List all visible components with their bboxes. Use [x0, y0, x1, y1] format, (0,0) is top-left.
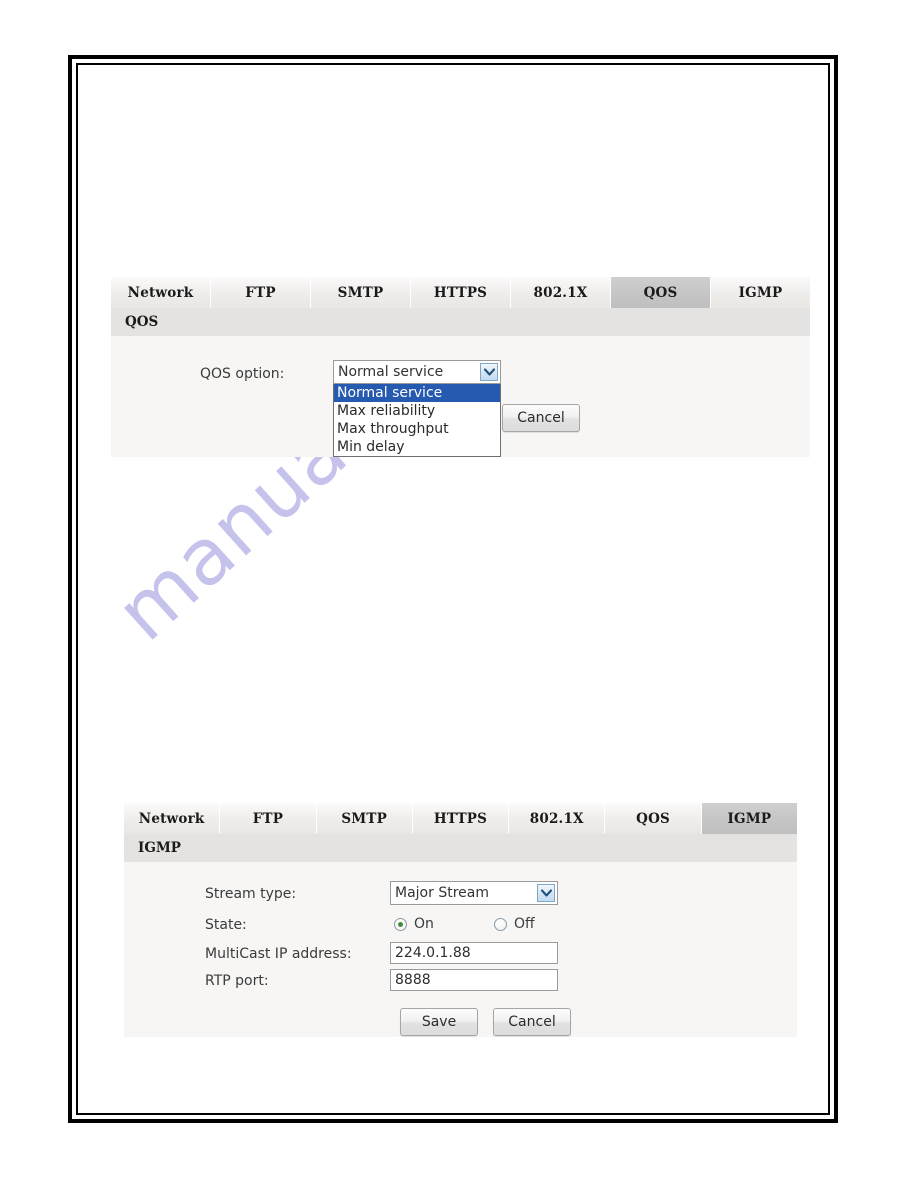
tab-ftp[interactable]: FTP — [220, 803, 317, 834]
igmp-settings-panel: Network FTP SMTP HTTPS 802.1X QOS IGMP I… — [124, 803, 797, 1037]
state-off-label: Off — [514, 916, 535, 932]
tab-smtp[interactable]: SMTP — [311, 277, 411, 308]
qos-panel-body: QOS option: Normal service Normal servic… — [111, 336, 810, 457]
igmp-tabbar: Network FTP SMTP HTTPS 802.1X QOS IGMP — [124, 803, 797, 834]
qos-cancel-button[interactable]: Cancel — [502, 404, 580, 432]
qos-option-select-value: Normal service — [338, 364, 444, 380]
tab-igmp[interactable]: IGMP — [711, 277, 810, 308]
tab-ftp[interactable]: FTP — [211, 277, 311, 308]
tab-qos[interactable]: QOS — [611, 277, 711, 308]
stream-type-select[interactable]: Major Stream — [390, 881, 558, 905]
rtp-port-input[interactable]: 8888 — [390, 969, 558, 991]
chevron-down-icon[interactable] — [480, 363, 498, 381]
dropdown-option-normal-service[interactable]: Normal service — [334, 384, 500, 402]
igmp-cancel-button[interactable]: Cancel — [493, 1008, 571, 1036]
tab-smtp[interactable]: SMTP — [316, 803, 413, 834]
tab-8021x[interactable]: 802.1X — [509, 803, 606, 834]
radio-on-icon[interactable] — [394, 917, 407, 931]
dropdown-option-max-reliability[interactable]: Max reliability — [334, 402, 500, 420]
qos-section-title: QOS — [111, 308, 810, 336]
qos-settings-panel: Network FTP SMTP HTTPS 802.1X QOS IGMP Q… — [111, 277, 810, 457]
dropdown-option-min-delay[interactable]: Min delay — [334, 438, 500, 456]
chevron-down-icon[interactable] — [537, 884, 555, 902]
tab-https[interactable]: HTTPS — [411, 277, 511, 308]
qos-option-select[interactable]: Normal service — [333, 360, 501, 384]
igmp-save-button[interactable]: Save — [400, 1008, 478, 1036]
tab-https[interactable]: HTTPS — [412, 803, 510, 834]
rtp-port-label: RTP port: — [205, 973, 269, 989]
qos-option-label: QOS option: — [200, 366, 285, 382]
stream-type-select-value: Major Stream — [395, 885, 489, 901]
multicast-ip-label: MultiCast IP address: — [205, 946, 352, 962]
tab-igmp[interactable]: IGMP — [701, 803, 797, 834]
tab-qos[interactable]: QOS — [605, 803, 702, 834]
igmp-panel-body: Stream type: Major Stream State: On Off … — [124, 862, 797, 1037]
stream-type-label: Stream type: — [205, 886, 297, 902]
tab-8021x[interactable]: 802.1X — [511, 277, 611, 308]
state-on-label: On — [414, 916, 434, 932]
qos-tabbar: Network FTP SMTP HTTPS 802.1X QOS IGMP — [111, 277, 810, 308]
multicast-ip-input[interactable]: 224.0.1.88 — [390, 942, 558, 964]
tab-network[interactable]: Network — [111, 277, 211, 308]
state-label: State: — [205, 917, 247, 933]
dropdown-option-max-throughput[interactable]: Max throughput — [334, 420, 500, 438]
qos-option-dropdown-list[interactable]: Normal service Max reliability Max throu… — [333, 384, 501, 457]
state-radio-on[interactable]: On — [394, 916, 434, 932]
igmp-section-title: IGMP — [124, 834, 797, 862]
tab-network[interactable]: Network — [124, 803, 221, 834]
state-radio-off[interactable]: Off — [494, 916, 535, 932]
radio-off-icon[interactable] — [494, 917, 507, 931]
